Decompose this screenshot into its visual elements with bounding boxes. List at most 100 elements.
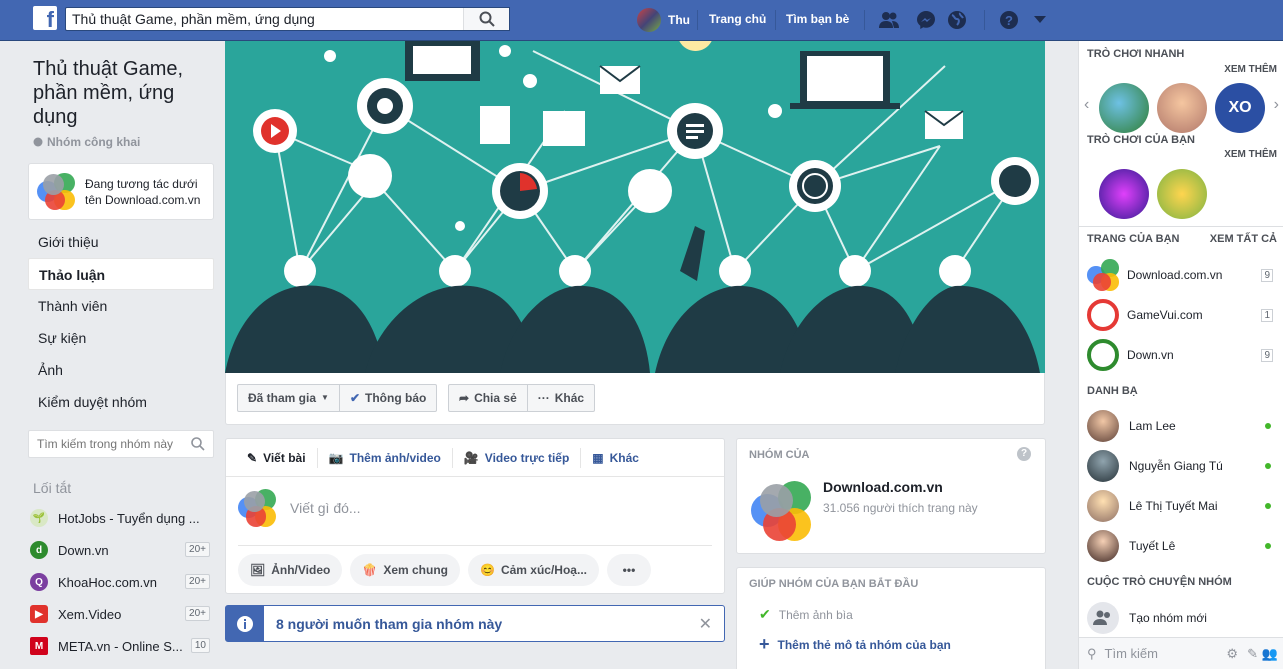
contact-item[interactable]: Lê Thị Tuyết Mai (1087, 490, 1277, 522)
card-header: NHÓM CỦA (749, 449, 810, 461)
global-search[interactable] (65, 7, 510, 31)
global-search-input[interactable] (66, 8, 461, 30)
group-icon[interactable]: 👥 (1262, 646, 1278, 662)
photo-video-button[interactable]: 🖼 Ảnh/Video (238, 554, 343, 586)
contact-item[interactable]: Tuyết Lê (1087, 530, 1277, 562)
chat-search-placeholder: Tìm kiếm (1104, 646, 1158, 661)
more-button[interactable]: ··· Khác (526, 385, 594, 411)
shortcut-item[interactable]: 🌱 HotJobs - Tuyển dụng ... (28, 502, 214, 534)
page-item[interactable]: Download.com.vn 9 (1087, 259, 1277, 291)
group-chats-title: CUỘC TRÒ CHUYỆN NHÓM (1087, 576, 1232, 588)
page-item[interactable]: Down.vn 9 (1087, 339, 1277, 371)
download-logo-icon (37, 172, 75, 211)
close-icon[interactable]: ✕ (699, 614, 712, 634)
pill-label: Cảm xúc/Hoạ... (500, 563, 587, 577)
notifications-button[interactable]: ✔ Thông báo (338, 385, 436, 411)
tab-write-post[interactable]: ✎ Viết bài (236, 447, 318, 468)
nav-events[interactable]: Sự kiện (28, 322, 214, 354)
online-indicator (1265, 543, 1271, 549)
share-button[interactable]: ➦ Chia sẻ (449, 385, 527, 411)
globe-notifications-icon[interactable] (946, 9, 968, 31)
account-menu-icon[interactable] (1029, 9, 1051, 31)
contact-item[interactable]: Lam Lee (1087, 410, 1277, 442)
acting-as-box[interactable]: Đang tương tác dưới tên Download.com.vn (28, 163, 214, 220)
info-icon (226, 606, 264, 641)
see-more-link[interactable]: XEM THÊM (1224, 149, 1277, 160)
download-logo-icon (751, 481, 811, 541)
game-word-icon[interactable] (1157, 169, 1207, 219)
gear-icon[interactable]: ⚙ (1226, 646, 1238, 662)
xem-video-logo-icon: ▶ (30, 605, 48, 623)
popcorn-icon: 🍿 (362, 563, 378, 577)
shortcut-label: KhoaHoc.com.vn (58, 574, 157, 590)
divider (775, 10, 776, 30)
shortcut-item[interactable]: ▶ Xem.Video 20+ (28, 598, 214, 630)
shortcut-item[interactable]: Q KhoaHoc.com.vn 20+ (28, 566, 214, 598)
see-more-link[interactable]: XEM THÊM (1224, 64, 1277, 75)
count-badge: 20+ (185, 606, 210, 621)
photo-icon: 🖼 (250, 563, 266, 577)
page-item[interactable]: GameVui.com 1 (1087, 299, 1277, 331)
pill-label: Xem chung (383, 563, 448, 577)
group-search-input[interactable] (29, 431, 179, 457)
cover-illustration (225, 41, 1040, 373)
tab-label: Khác (609, 450, 639, 465)
task-label: Thêm thẻ mô tả nhóm của bạn (777, 637, 951, 652)
tab-live-video[interactable]: 🎥 Video trực tiếp (453, 447, 582, 468)
watch-party-button[interactable]: 🍿 Xem chung (350, 554, 460, 586)
game-soccer-icon[interactable] (1099, 83, 1149, 133)
group-search[interactable] (28, 430, 214, 458)
pencil-icon: ✎ (247, 450, 258, 465)
messenger-icon[interactable] (915, 9, 937, 31)
find-friends-link[interactable]: Tìm bạn bè (786, 12, 849, 26)
search-icon[interactable] (191, 437, 205, 451)
facebook-logo-icon[interactable]: f (33, 6, 57, 30)
search-icon: ⚲ (1087, 645, 1097, 661)
shortcut-item[interactable]: d Down.vn 20+ (28, 534, 214, 566)
create-group-button[interactable]: Tạo nhóm mới (1087, 602, 1277, 634)
group-title[interactable]: Thủ thuật Game, phần mềm, ứng dụng (28, 41, 214, 129)
profile-link[interactable]: Thu (637, 8, 690, 32)
owner-page-name[interactable]: Download.com.vn (823, 479, 943, 495)
count-badge: 1 (1261, 308, 1273, 322)
join-requests-banner[interactable]: 8 người muốn tham gia nhóm này ✕ (225, 605, 725, 642)
feeling-button[interactable]: 😊 Cảm xúc/Hoạ... (468, 554, 599, 586)
plant-icon: 🌱 (30, 509, 48, 527)
nav-discussion[interactable]: Thảo luận (28, 258, 214, 290)
see-all-link[interactable]: XEM TẤT CẢ (1210, 233, 1277, 245)
nav-members[interactable]: Thành viên (28, 290, 214, 322)
joined-button[interactable]: Đã tham gia ▼ (238, 385, 339, 411)
chevron-right-icon[interactable]: › (1274, 96, 1279, 114)
add-description-item[interactable]: + Thêm thẻ mô tả nhóm của bạn (759, 634, 951, 655)
cover-actions-bar: Đã tham gia ▼ ✔ Thông báo ➦ Chia sẻ ··· Khác (225, 373, 1045, 425)
game-puzzle-icon[interactable] (1099, 169, 1149, 219)
composer-input[interactable]: Viết gì đó... (238, 489, 361, 527)
game-pet-icon[interactable] (1157, 83, 1207, 133)
friend-requests-icon[interactable] (878, 9, 900, 31)
nav-about[interactable]: Giới thiệu (28, 226, 214, 258)
nav-moderation[interactable]: Kiểm duyệt nhóm (28, 386, 214, 418)
shortcut-item[interactable]: M META.vn - Online S... 10 (28, 630, 214, 662)
chevron-left-icon[interactable]: ‹ (1084, 96, 1089, 114)
tab-add-photo-video[interactable]: 📷 Thêm ảnh/video (318, 447, 453, 468)
home-link[interactable]: Trang chủ (709, 12, 766, 26)
card-header: GIÚP NHÓM CỦA BẠN BẮT ĐẦU (749, 578, 919, 590)
tab-other[interactable]: ▦ Khác (581, 448, 650, 468)
chat-search[interactable]: ⚲ Tìm kiếm ⚙ ✎ 👥 (1079, 637, 1283, 669)
game-tictactoe-icon[interactable]: XO (1215, 83, 1265, 133)
nav-photos[interactable]: Ảnh (28, 354, 214, 386)
user-name: Thu (668, 13, 690, 27)
cover-photo[interactable] (225, 41, 1045, 373)
search-icon (479, 11, 495, 27)
compose-icon[interactable]: ✎ (1247, 646, 1258, 662)
help-icon[interactable]: ? (998, 9, 1020, 31)
page-name: GameVui.com (1127, 308, 1203, 322)
help-icon[interactable]: ? (1017, 447, 1031, 461)
more-options-button[interactable]: ••• (606, 554, 651, 586)
add-cover-item[interactable]: ✔ Thêm ảnh bìa (759, 606, 853, 623)
shortcut-label: Down.vn (58, 542, 109, 558)
contact-item[interactable]: Nguyễn Giang Tú (1087, 450, 1277, 482)
avatar (1087, 530, 1119, 562)
create-group-label: Tạo nhóm mới (1129, 611, 1207, 625)
search-button[interactable] (463, 8, 509, 30)
